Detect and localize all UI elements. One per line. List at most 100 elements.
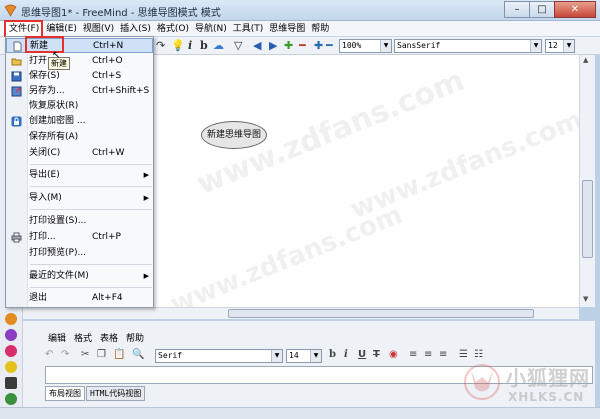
menu-mindmaps[interactable]: 思维导图 (266, 22, 308, 36)
tab-html-view[interactable]: HTML代码视图 (86, 386, 146, 401)
save-icon (11, 71, 22, 82)
forward-arrow-icon[interactable]: ▶ (269, 39, 277, 52)
menu-item-label: 打印... (29, 232, 56, 242)
menu-view[interactable]: 视图(V) (80, 22, 117, 36)
menu-item-save[interactable]: 保存(S) Ctrl+S (6, 69, 153, 84)
zoom-in-icon[interactable]: ✚ (314, 39, 323, 52)
color-icon[interactable]: ◉ (389, 349, 398, 361)
horizontal-scrollbar[interactable] (23, 307, 579, 319)
italic-icon[interactable]: i (344, 349, 348, 361)
menu-navigate[interactable]: 导航(N) (192, 22, 230, 36)
strikethrough-icon[interactable]: T (373, 349, 380, 361)
chevron-down-icon: ▼ (271, 350, 282, 362)
remove-node-icon[interactable]: ━ (299, 39, 306, 52)
ok-icon[interactable] (5, 329, 17, 341)
font-size-value: 12 (548, 41, 558, 50)
menu-item-shortcut: Ctrl+N (93, 41, 124, 51)
font-family-select[interactable]: SansSerif ▼ (394, 39, 542, 53)
brand-name: 小狐狸网 (506, 366, 590, 390)
title-bar: 思维导图1* - FreeMind - 思维导图模式 模式 – □ ✕ (0, 0, 600, 21)
menu-item-label: 打印设置(S)... (29, 216, 87, 226)
menu-item-label: 导入(M) (29, 193, 62, 203)
vertical-scrollbar[interactable]: ▲ ▼ (579, 55, 595, 307)
redo-icon[interactable]: ↷ (156, 39, 165, 52)
menu-item-export[interactable]: 导出(E) ▶ (6, 168, 153, 183)
printer-icon (11, 232, 22, 243)
notes-font-size-select[interactable]: 14 ▼ (286, 349, 322, 363)
fox-logo-icon (464, 364, 500, 400)
tab-layout-view[interactable]: 布局视图 (45, 386, 85, 401)
notes-menu-edit[interactable]: 编辑 (48, 331, 66, 344)
align-left-icon[interactable]: ≡ (409, 349, 417, 361)
menu-separator (30, 209, 152, 210)
maximize-button[interactable]: □ (529, 1, 555, 18)
notes-font-select[interactable]: Serif ▼ (155, 349, 283, 363)
notes-menu-format[interactable]: 格式 (74, 331, 92, 344)
redo-icon[interactable]: ↷ (61, 349, 69, 361)
menu-insert[interactable]: 插入(S) (117, 22, 154, 36)
minimize-button[interactable]: – (504, 1, 530, 18)
root-node[interactable]: 新建思维导图 (201, 121, 267, 149)
lock-icon (11, 116, 22, 127)
italic-icon[interactable]: i (188, 39, 192, 52)
align-center-icon[interactable]: ≡ (424, 349, 432, 361)
idea-icon[interactable] (5, 361, 17, 373)
menu-item-shortcut: Ctrl+Shift+S (92, 86, 150, 96)
underline-icon[interactable]: U (358, 349, 366, 361)
menu-item-save-as[interactable]: 另存为... Ctrl+Shift+S (6, 84, 153, 99)
back-arrow-icon[interactable]: ◀ (253, 39, 261, 52)
add-node-icon[interactable]: ✚ (284, 39, 293, 52)
menu-item-open[interactable]: 打开 Ctrl+O (6, 54, 153, 69)
menu-item-import[interactable]: 导入(M) ▶ (6, 191, 153, 206)
menu-item-label: 关闭(C) (29, 148, 61, 158)
menu-item-recent-files[interactable]: 最近的文件(M) ▶ (6, 269, 153, 284)
zoom-select[interactable]: 100% ▼ (339, 39, 392, 53)
notes-menu-table[interactable]: 表格 (100, 331, 118, 344)
menu-item-print-setup[interactable]: 打印设置(S)... (6, 214, 153, 229)
menu-item-shortcut: Ctrl+P (92, 232, 121, 242)
vertical-scroll-thumb[interactable] (582, 180, 593, 258)
menu-item-save-all[interactable]: 保存所有(A) (6, 130, 153, 145)
file-menu-dropdown: 新建 Ctrl+N 打开 Ctrl+O 保存(S) Ctrl+S 另存为... … (5, 36, 154, 308)
cut-icon[interactable]: ✂ (81, 349, 89, 361)
font-size-select[interactable]: 12 ▼ (545, 39, 575, 53)
flag-icon[interactable] (5, 377, 17, 389)
menu-edit[interactable]: 编辑(E) (43, 22, 80, 36)
menu-item-print[interactable]: 打印... Ctrl+P (6, 230, 153, 245)
undo-icon[interactable]: ↶ (45, 349, 53, 361)
copy-icon[interactable]: ❐ (97, 349, 106, 361)
horizontal-scroll-thumb[interactable] (228, 309, 534, 318)
menu-format[interactable]: 格式(O) (154, 22, 192, 36)
bold-icon[interactable]: b (329, 349, 336, 361)
scroll-up-icon[interactable]: ▲ (583, 56, 588, 64)
lightbulb-icon[interactable]: 💡 (171, 39, 185, 52)
question-icon[interactable] (5, 345, 17, 357)
align-right-icon[interactable]: ≡ (439, 349, 447, 361)
notes-font-value: Serif (158, 351, 183, 360)
menu-tools[interactable]: 工具(T) (230, 22, 267, 36)
menu-item-close[interactable]: 关闭(C) Ctrl+W (6, 146, 153, 161)
close-button[interactable]: ✕ (554, 1, 596, 18)
stop-icon[interactable] (5, 393, 17, 405)
notes-menu-help[interactable]: 帮助 (126, 331, 144, 344)
submenu-arrow-icon: ▶ (143, 272, 149, 280)
menu-item-exit[interactable]: 退出 Alt+F4 (6, 291, 153, 306)
cloud-icon[interactable]: ☁ (213, 39, 224, 52)
menu-item-encrypted-map[interactable]: 创建加密图 ... (6, 114, 153, 129)
menu-help[interactable]: 帮助 (308, 22, 332, 36)
menu-item-revert[interactable]: 恢复原状(R) (6, 99, 153, 114)
scroll-down-icon[interactable]: ▼ (583, 295, 588, 303)
window-controls: – □ ✕ (504, 1, 596, 19)
menu-item-label: 导出(E) (29, 170, 60, 180)
notes-menu: 编辑 格式 表格 帮助 (48, 331, 152, 344)
paste-icon[interactable]: 📋 (113, 349, 125, 361)
menu-item-shortcut: Ctrl+W (92, 148, 125, 158)
chevron-down-icon: ▼ (530, 40, 541, 52)
filter-icon[interactable]: ▽ (234, 39, 242, 52)
menu-item-print-preview[interactable]: 打印预览(P)... (6, 246, 153, 261)
bold-icon[interactable]: b (200, 39, 208, 52)
find-icon[interactable]: 🔍 (132, 349, 144, 361)
chevron-down-icon: ▼ (563, 40, 574, 52)
priority-icon[interactable] (5, 313, 17, 325)
zoom-out-icon[interactable]: ━ (326, 39, 333, 52)
